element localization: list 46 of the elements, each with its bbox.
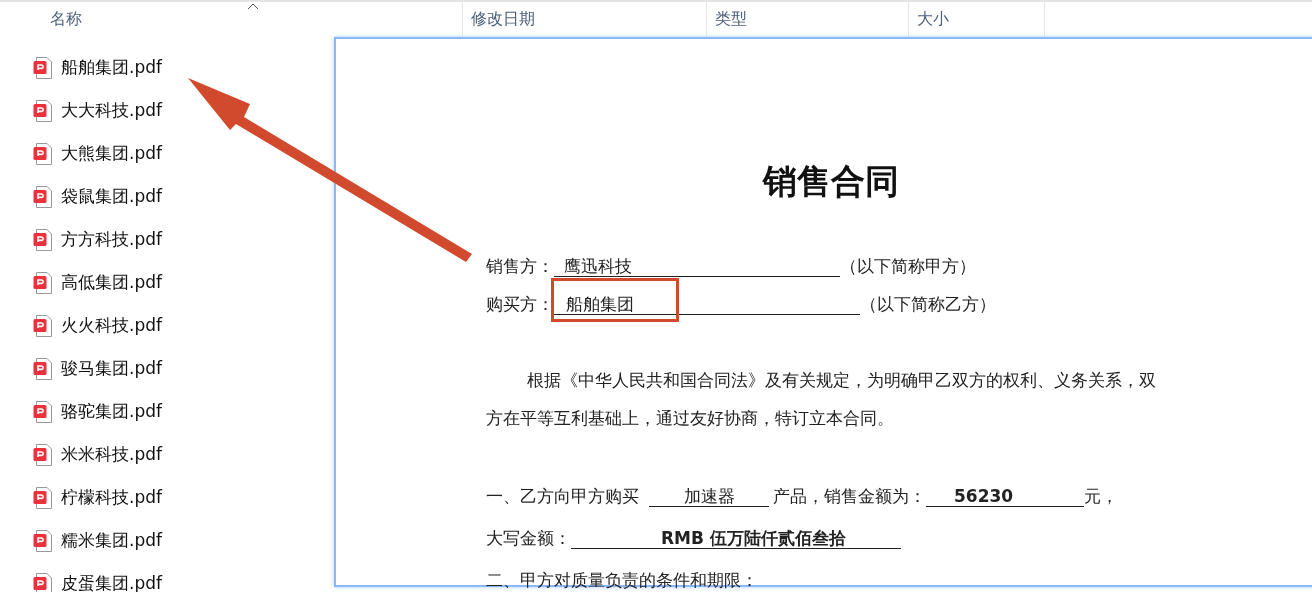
pdf-file-icon	[33, 529, 53, 552]
column-header[interactable]: 修改日期	[471, 8, 535, 30]
column-header[interactable]: 名称	[50, 8, 82, 30]
file-name[interactable]: 方方科技.pdf	[61, 228, 162, 251]
pdf-file-icon	[33, 443, 53, 466]
pdf-file-icon	[33, 271, 53, 294]
pdf-file-icon	[33, 185, 53, 208]
amount-in-words: RMB 伍万陆仟贰佰叁拾	[571, 527, 901, 549]
file-name[interactable]: 火火科技.pdf	[61, 314, 162, 337]
file-name[interactable]: 船舶集团.pdf	[61, 56, 162, 79]
file-name[interactable]: 骆驼集团.pdf	[61, 400, 162, 423]
amount-label: 大写金额：	[486, 526, 571, 550]
pdf-file-icon	[33, 142, 53, 165]
clause-text: 一、乙方向甲方购买	[486, 484, 639, 508]
product-name: 加速器	[649, 485, 769, 507]
party-note: （以下简称乙方）	[860, 292, 996, 316]
contract-paragraph: 根据《中华人民共和国合同法》及有关规定，为明确甲乙双方的权利、义务关系，双方在平等互利基础上，通过友好协商，特订立本合同。	[486, 369, 1157, 430]
file-name[interactable]: 大熊集团.pdf	[61, 142, 162, 165]
party-label: 销售方：	[486, 254, 554, 278]
file-name[interactable]: 大大科技.pdf	[61, 99, 162, 122]
column-header[interactable]: 类型	[715, 8, 747, 30]
clause-text: 产品，销售金额为：	[773, 484, 926, 508]
file-name[interactable]: 柠檬科技.pdf	[61, 486, 162, 509]
buyer-name: 船舶集团	[554, 293, 860, 315]
file-name[interactable]: 糯米集团.pdf	[61, 529, 162, 552]
pdf-file-icon	[33, 228, 53, 251]
file-name[interactable]: 高低集团.pdf	[61, 271, 162, 294]
party-label: 购买方：	[486, 292, 554, 316]
clause-heading: 二、甲方对质量负责的条件和期限：	[486, 568, 759, 592]
pdf-file-icon	[33, 486, 53, 509]
pdf-file-icon	[33, 99, 53, 122]
file-name[interactable]: 袋鼠集团.pdf	[61, 185, 162, 208]
sale-amount: 56230	[926, 485, 1084, 507]
sort-icon	[247, 3, 259, 10]
clause-text: 元，	[1084, 484, 1118, 508]
pdf-file-icon	[33, 400, 53, 423]
pdf-file-icon	[33, 314, 53, 337]
column-header[interactable]: 大小	[917, 8, 949, 30]
seller-name: 鹰迅科技	[554, 255, 840, 277]
file-name[interactable]: 皮蛋集团.pdf	[61, 572, 162, 592]
party-note: （以下简称甲方）	[840, 254, 976, 278]
pdf-file-icon	[33, 357, 53, 380]
document-title: 销售合同	[761, 160, 900, 203]
file-name[interactable]: 骏马集团.pdf	[61, 357, 162, 380]
pdf-file-icon	[33, 56, 53, 79]
file-name[interactable]: 米米科技.pdf	[61, 443, 162, 466]
